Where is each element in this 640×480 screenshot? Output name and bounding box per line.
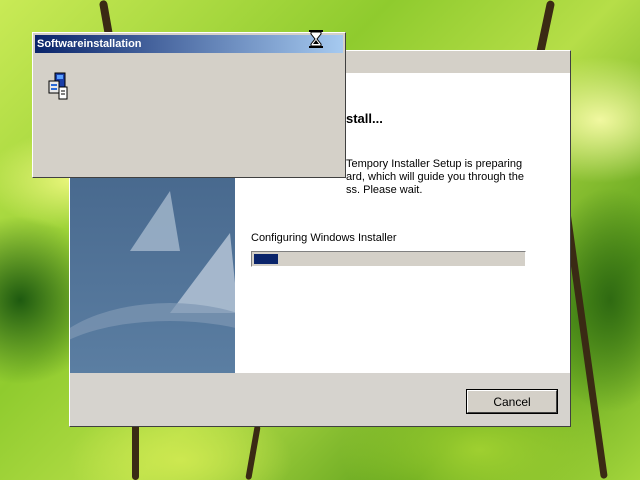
branch-shape (132, 420, 139, 480)
progress-bar-fill (254, 254, 278, 264)
progress-bar (251, 251, 526, 267)
software-installation-window: Softwareinstallation (32, 32, 346, 178)
progress-label: Configuring Windows Installer (251, 232, 397, 244)
description-line: ard, which will guide you through the (346, 171, 524, 183)
hourglass-icon (309, 30, 323, 48)
branch-shape (245, 424, 261, 480)
wizard-description: Tempory Installer Setup is preparing ard… (346, 158, 556, 197)
wizard-heading: stall... (346, 111, 383, 126)
banner-graphic (170, 233, 235, 313)
description-line: Tempory Installer Setup is preparing (346, 158, 523, 170)
window-title[interactable]: Softwareinstallation (35, 35, 343, 53)
banner-graphic (70, 303, 235, 373)
cancel-button[interactable]: Cancel (466, 389, 558, 414)
description-line: ss. Please wait. (346, 184, 423, 196)
installer-icon (48, 72, 68, 100)
cancel-button-label: Cancel (493, 394, 531, 409)
